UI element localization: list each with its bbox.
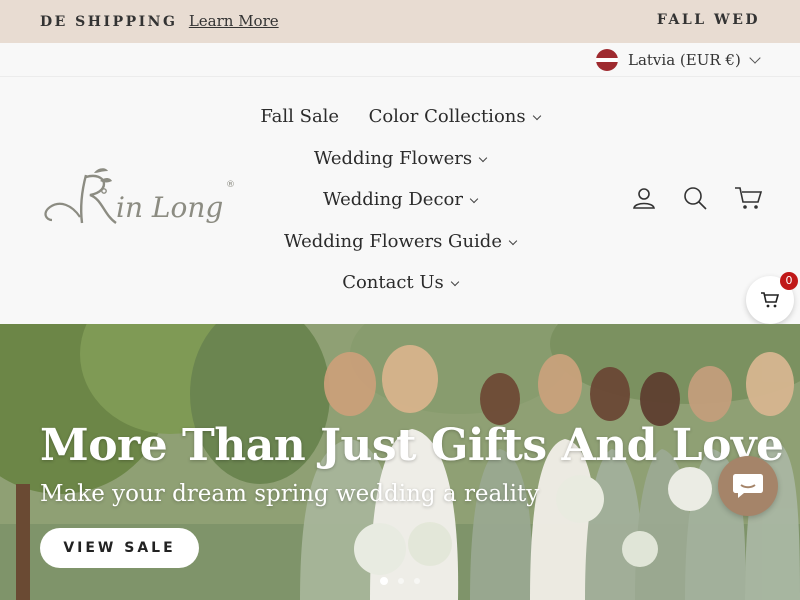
nav-row-wedding-flowers-guide: Wedding Flowers Guide — [0, 231, 800, 252]
nav-item-wedding-flowers-guide[interactable]: Wedding Flowers Guide — [284, 231, 502, 252]
nav-item-wedding-flowers[interactable]: Wedding Flowers — [314, 148, 472, 169]
chevron-down-icon — [508, 236, 518, 246]
site-header: in Long ® Fall Sale Color Collections We… — [0, 77, 800, 324]
chat-icon — [733, 474, 763, 498]
chat-button[interactable] — [718, 456, 778, 516]
country-label: Latvia (EUR €) — [628, 51, 741, 69]
slide-dot-2[interactable] — [398, 578, 404, 584]
chevron-down-icon — [532, 111, 541, 121]
nav-row-wedding-flowers: Wedding Flowers — [0, 148, 800, 169]
hero-title: More Than Just Gifts And Love — [40, 420, 784, 471]
cart-count-badge: 0 — [780, 272, 798, 290]
announcement-left: DE SHIPPING Learn More — [40, 12, 279, 30]
hero-banner[interactable]: More Than Just Gifts And Love Make your … — [0, 324, 800, 600]
country-selector[interactable]: Latvia (EUR €) — [596, 48, 761, 72]
header-icons — [632, 186, 762, 210]
shipping-text: DE SHIPPING — [40, 14, 178, 30]
search-icon[interactable] — [683, 186, 707, 210]
cart-icon[interactable] — [734, 186, 762, 210]
nav-item-color-collections[interactable]: Color Collections — [369, 106, 526, 127]
hero-subtitle: Make your dream spring wedding a reality — [40, 481, 540, 507]
latvia-flag-icon — [596, 49, 618, 71]
view-sale-button[interactable]: VIEW SALE — [40, 528, 199, 568]
nav-item-wedding-decor[interactable]: Wedding Decor — [323, 189, 463, 210]
nav-fall-sale-color-row: Fall Sale Color Collections — [0, 106, 800, 127]
account-icon[interactable] — [632, 186, 656, 210]
chevron-down-icon — [478, 153, 488, 163]
announcement-bar: DE SHIPPING Learn More FALL WED — [0, 0, 800, 43]
slide-indicators — [380, 577, 420, 585]
locale-bar: Latvia (EUR €) — [0, 43, 800, 77]
learn-more-link[interactable]: Learn More — [189, 12, 279, 30]
nav-row-contact-us: Contact Us — [0, 272, 800, 293]
slide-dot-3[interactable] — [414, 578, 420, 584]
chevron-down-icon — [450, 277, 460, 287]
nav-item-contact-us[interactable]: Contact Us — [342, 272, 444, 293]
chevron-down-icon — [469, 194, 479, 204]
nav-item-fall-sale[interactable]: Fall Sale — [260, 106, 339, 127]
cart-icon — [761, 292, 780, 308]
chevron-down-icon — [749, 52, 761, 64]
slide-dot-1[interactable] — [380, 577, 388, 585]
floating-cart-button[interactable]: 0 — [746, 272, 798, 324]
announcement-right: FALL WED — [656, 12, 760, 28]
